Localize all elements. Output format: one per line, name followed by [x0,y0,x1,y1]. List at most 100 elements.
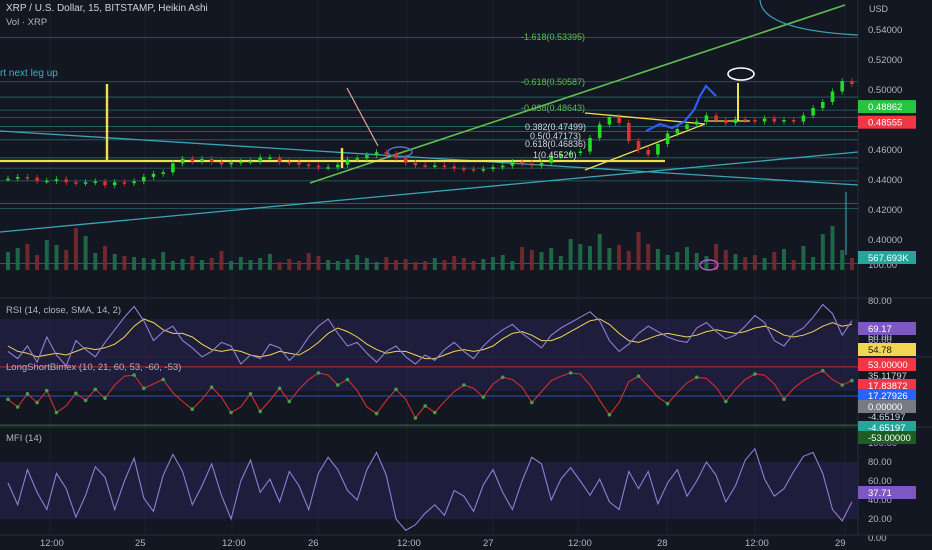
volume-bar [655,249,660,270]
volume-bar [578,244,583,270]
volume-bar [258,258,263,270]
fibonacci-labels: -1.618(0.53395) -0.618(0.50587) -0.038(0.4… [521,32,586,160]
ellipse-target [727,67,755,81]
volume-bar [326,260,331,270]
rsi-band-label: 54.78 [868,345,892,356]
price-candle [239,161,243,164]
lsb-dot [462,383,466,387]
lsb-level-label: 53.00000 [868,360,908,371]
price-candle [753,120,757,122]
price-candle [83,182,88,184]
volume-bar [782,249,786,270]
volume-bar [762,258,767,270]
price-candle [336,164,340,168]
volume-bar [170,261,175,270]
lsb-dot [83,398,88,403]
chart-canvas[interactable]: -1.618(0.53395) -0.618(0.50587) -0.038(0.4… [0,0,932,550]
lsb-dot [500,375,505,380]
price-candle [6,178,10,181]
mfi-pane: 100.0080.0060.0040.0020.000.00 [0,438,897,544]
price-candle [384,152,389,155]
price-candle [442,165,447,167]
price-candle [15,177,20,179]
volume-bar [539,252,544,270]
price-candle [578,151,583,153]
volume-bar [849,258,854,270]
price-candle [268,157,272,159]
rsi-tick: 80.00 [868,296,892,307]
lsb-dot [433,410,437,415]
price-candle [665,133,670,144]
volume-bar [481,259,486,270]
price-axis: 0.540000.520000.500000.480000.460000.440… [858,25,916,499]
volume-bar [432,258,437,270]
price-candle [161,172,165,174]
price-tick: 0.44000 [868,175,902,186]
price-candle [229,162,233,165]
lsb-title[interactable]: LongShortBimex (10, 21, 60, 53, -60, -53… [6,362,181,373]
volume-bar [190,256,195,270]
volume-bar [151,259,156,270]
volume-bar [122,256,127,270]
lsb-dot [840,383,844,387]
volume-bar [287,259,292,270]
volume-bar [500,255,505,270]
volume-bar [704,256,709,270]
volume-bar [103,246,107,270]
price-tick: 0.42000 [868,205,902,216]
volume-label[interactable]: Vol · XRP [6,17,47,28]
volume-bar [355,255,360,270]
lsb-dot [413,416,418,420]
lsb-dot [287,399,292,404]
mfi-title[interactable]: MFI (14) [6,433,42,444]
volume-bar [811,257,816,270]
price-candle [423,165,427,167]
volume-bar [306,253,311,270]
symbol-title[interactable]: XRP / U.S. Dollar, 15, BITSTAMP, Heikin … [6,3,208,14]
price-candle [345,159,350,165]
time-axis: 12:00 25 12:00 26 12:00 27 12:00 28 12:00 29 [0,534,932,549]
volume-bar [54,245,59,270]
volume-bar [752,255,757,270]
price-candle [694,121,699,125]
price-candle [481,169,486,171]
volume-bar [345,259,350,270]
volume-bar [733,254,738,270]
trendline-blue-rising [0,151,859,233]
price-candle [762,118,767,122]
time-tick: 28 [657,538,668,549]
volume-bar [219,251,224,270]
volume-bar [35,255,40,270]
price-candle [132,181,136,184]
price-candle [791,120,796,122]
lsb-dot [345,377,350,382]
volume-bar [685,247,689,270]
price-candle [733,119,738,123]
fib-label: 0.618(0.46836) [525,139,586,149]
volume-bar [44,240,49,270]
time-tick: 26 [308,538,319,549]
price-candle [190,158,195,162]
price-candle [326,167,330,169]
volume-bar [626,251,631,270]
price-candle [25,177,30,179]
annotation-text: rt next leg up [0,68,58,79]
price-candle [675,129,680,134]
volume-bar [64,250,69,270]
fib-label: -0.038(0.48643) [521,103,585,113]
price-candle [93,181,98,183]
price-candle [355,158,359,160]
volume-bar [83,236,88,270]
currency-label: USD [869,4,889,14]
time-tick: 12:00 [745,538,769,549]
price-candle [772,118,777,122]
price-tick: 0.52000 [868,55,902,66]
volume-bar [423,261,428,270]
volume-bar [93,253,98,270]
price-candle [413,162,418,166]
volume-bar [529,250,534,270]
rsi-title[interactable]: RSI (14, close, SMA, 14, 2) [6,305,121,316]
price-candle [714,115,718,120]
price-candle [248,161,253,163]
volume-bar [452,256,457,270]
